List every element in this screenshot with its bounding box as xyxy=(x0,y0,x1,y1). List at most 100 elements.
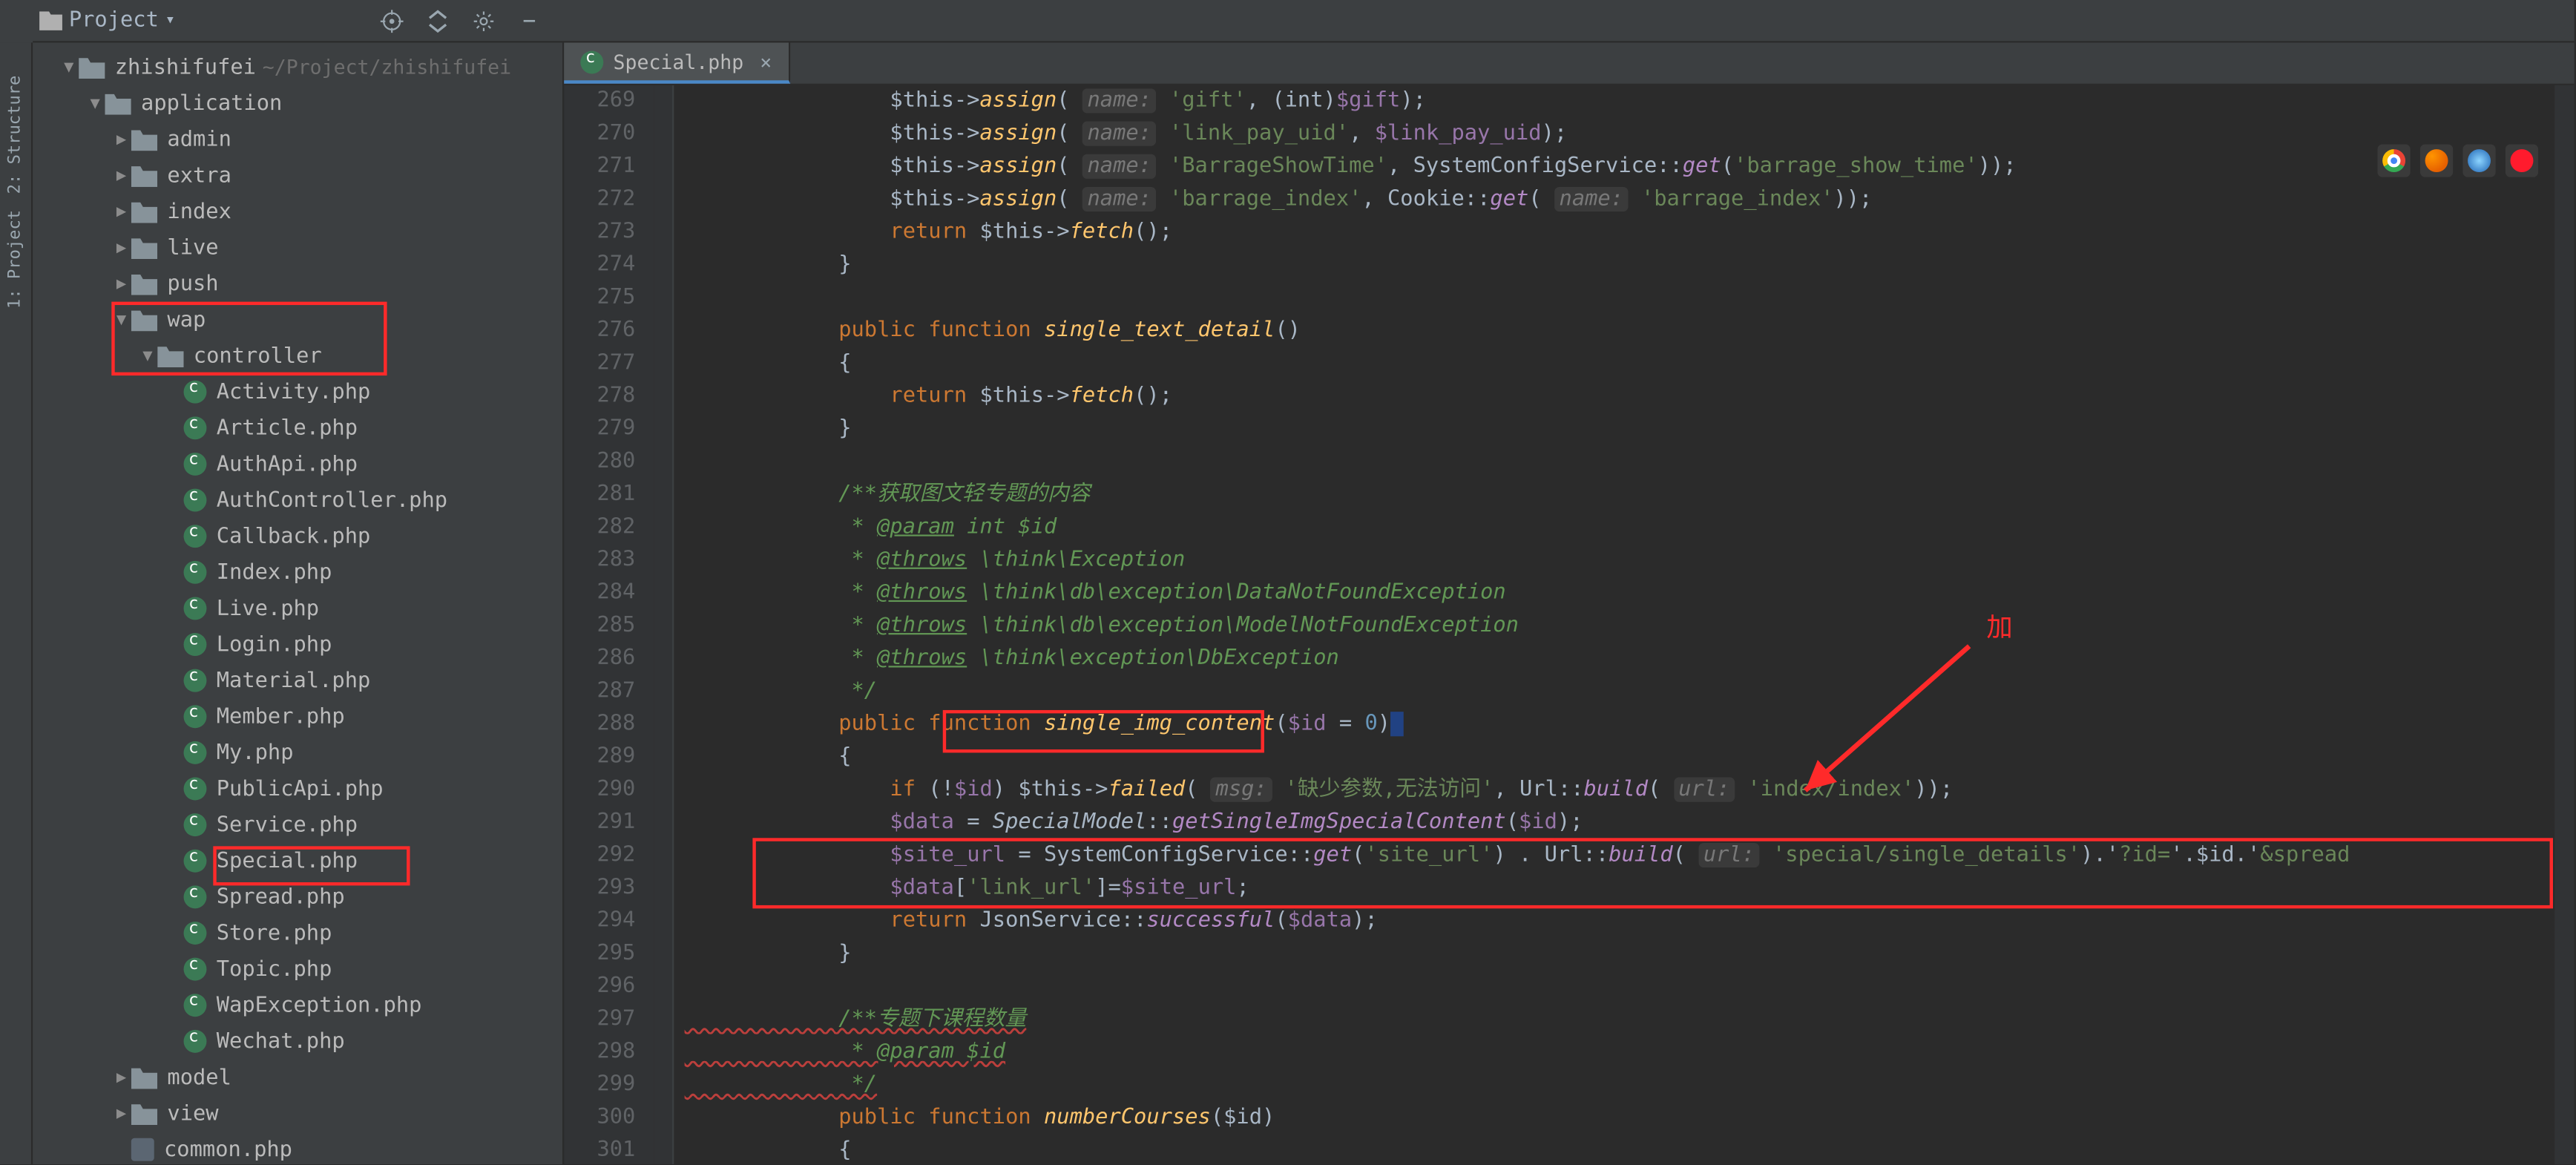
error-stripe[interactable] xyxy=(2554,85,2575,1164)
code-area[interactable]: $this->assign( name: 'gift', (int)$gift)… xyxy=(674,85,2554,1164)
project-tree[interactable]: ▼zhishifufei~/Project/zhishifufei▼applic… xyxy=(33,42,564,1164)
php-class-icon xyxy=(184,453,207,476)
folder-icon xyxy=(39,10,62,30)
tree-item-login-php[interactable]: Login.php xyxy=(33,626,562,663)
target-icon[interactable] xyxy=(378,7,404,33)
php-class-icon xyxy=(184,850,207,873)
line-gutter: 2692702712722732742752762772782792802812… xyxy=(564,85,655,1164)
tree-item-push[interactable]: ▶push xyxy=(33,266,562,302)
tab-label: Special.php xyxy=(614,50,744,73)
folder-icon xyxy=(79,56,105,79)
tree-item-index[interactable]: ▶index xyxy=(33,194,562,230)
tree-item-model[interactable]: ▶model xyxy=(33,1060,562,1096)
chrome-icon[interactable] xyxy=(2378,144,2411,177)
php-class-icon xyxy=(184,525,207,548)
tree-item-article-php[interactable]: Article.php xyxy=(33,410,562,447)
tree-item-extra[interactable]: ▶extra xyxy=(33,157,562,194)
php-class-icon xyxy=(184,958,207,981)
tree-item-controller[interactable]: ▼controller xyxy=(33,338,562,374)
php-class-icon xyxy=(184,381,207,404)
tree-item-publicapi-php[interactable]: PublicApi.php xyxy=(33,771,562,807)
close-icon[interactable]: × xyxy=(760,50,772,73)
folder-icon xyxy=(131,236,157,259)
folder-icon xyxy=(157,344,183,367)
php-class-icon xyxy=(184,778,207,801)
line-number: 284 xyxy=(597,577,635,610)
php-class-icon xyxy=(184,1030,207,1053)
tree-item-admin[interactable]: ▶admin xyxy=(33,122,562,158)
php-class-icon xyxy=(184,705,207,728)
fold-column[interactable] xyxy=(655,85,675,1164)
opera-icon[interactable] xyxy=(2506,144,2538,177)
line-number: 290 xyxy=(597,774,635,807)
php-file-icon xyxy=(131,1138,154,1161)
tree-item-wap[interactable]: ▼wap xyxy=(33,302,562,338)
tree-item-zhishifufei[interactable]: ▼zhishifufei~/Project/zhishifufei xyxy=(33,49,562,85)
folder-icon xyxy=(131,128,157,151)
php-class-icon xyxy=(184,669,207,692)
tree-item-material-php[interactable]: Material.php xyxy=(33,663,562,699)
tree-item-view[interactable]: ▶view xyxy=(33,1095,562,1132)
project-tool[interactable]: 1: Project xyxy=(7,210,24,309)
line-number: 283 xyxy=(597,545,635,577)
line-number: 301 xyxy=(597,1135,635,1164)
line-number: 299 xyxy=(597,1069,635,1102)
collapse-icon[interactable] xyxy=(424,7,450,33)
annotation-label: 加 xyxy=(1986,614,2012,646)
line-number: 277 xyxy=(597,348,635,381)
tree-item-activity-php[interactable]: Activity.php xyxy=(33,374,562,410)
php-class-icon xyxy=(184,741,207,764)
tree-item-store-php[interactable]: Store.php xyxy=(33,915,562,951)
line-number: 298 xyxy=(597,1037,635,1069)
tree-item-authcontroller-php[interactable]: AuthController.php xyxy=(33,482,562,519)
project-dropdown[interactable]: Project ▾ xyxy=(33,8,182,33)
tree-item-wapexception-php[interactable]: WapException.php xyxy=(33,987,562,1023)
folder-icon xyxy=(131,1066,157,1089)
tree-item-index-php[interactable]: Index.php xyxy=(33,554,562,591)
dropdown-glyph: ▾ xyxy=(165,11,175,29)
tree-item-special-php[interactable]: Special.php xyxy=(33,843,562,879)
line-number: 297 xyxy=(597,1004,635,1037)
line-number: 270 xyxy=(597,118,635,151)
line-number: 292 xyxy=(597,840,635,873)
tree-item-spread-php[interactable]: Spread.php xyxy=(33,879,562,916)
tree-item-callback-php[interactable]: Callback.php xyxy=(33,518,562,554)
php-class-icon xyxy=(184,597,207,620)
folder-icon xyxy=(131,164,157,187)
tree-item-wechat-php[interactable]: Wechat.php xyxy=(33,1023,562,1060)
safari-icon[interactable] xyxy=(2462,144,2495,177)
tab-special[interactable]: Special.php × xyxy=(564,42,789,83)
php-class-icon xyxy=(184,885,207,908)
line-number: 280 xyxy=(597,446,635,479)
tree-item-my-php[interactable]: My.php xyxy=(33,735,562,771)
php-class-icon xyxy=(184,922,207,945)
tree-item-common[interactable]: common.php xyxy=(33,1132,562,1164)
line-number: 287 xyxy=(597,676,635,709)
annotation-arrow xyxy=(1790,626,1986,807)
folder-icon xyxy=(131,272,157,295)
structure-tool[interactable]: 2: Structure xyxy=(7,76,24,194)
line-number: 274 xyxy=(597,249,635,282)
line-number: 289 xyxy=(597,741,635,774)
line-number: 285 xyxy=(597,610,635,643)
php-class-icon xyxy=(184,813,207,836)
line-number: 271 xyxy=(597,151,635,183)
line-number: 276 xyxy=(597,315,635,347)
tree-item-live-php[interactable]: Live.php xyxy=(33,591,562,627)
tree-item-member-php[interactable]: Member.php xyxy=(33,698,562,735)
line-number: 294 xyxy=(597,905,635,938)
firefox-icon[interactable] xyxy=(2420,144,2453,177)
line-number: 278 xyxy=(597,381,635,413)
gear-icon[interactable] xyxy=(470,7,496,33)
tree-item-topic-php[interactable]: Topic.php xyxy=(33,951,562,988)
tree-item-service-php[interactable]: Service.php xyxy=(33,807,562,843)
php-class-icon xyxy=(184,633,207,656)
tree-item-authapi-php[interactable]: AuthApi.php xyxy=(33,446,562,482)
project-label: Project xyxy=(69,8,159,33)
folder-icon xyxy=(105,92,131,115)
tree-item-live[interactable]: ▶live xyxy=(33,229,562,266)
tree-item-application[interactable]: ▼application xyxy=(33,85,562,122)
line-number: 273 xyxy=(597,217,635,249)
line-number: 286 xyxy=(597,643,635,675)
hide-icon[interactable]: ⎯ xyxy=(516,7,542,33)
